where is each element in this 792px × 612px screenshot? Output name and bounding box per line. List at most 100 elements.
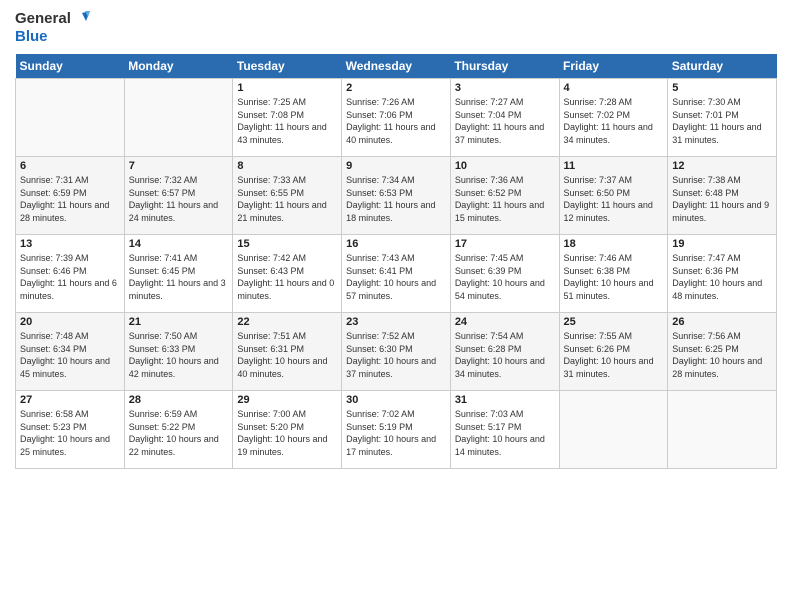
calendar-cell: 13 Sunrise: 7:39 AM Sunset: 6:46 PM Dayli… [16,235,125,313]
day-number: 8 [237,160,337,172]
column-header-saturday: Saturday [668,54,777,79]
calendar-cell: 10 Sunrise: 7:36 AM Sunset: 6:52 PM Dayli… [450,157,559,235]
day-number: 21 [129,316,229,328]
day-number: 30 [346,394,446,406]
day-number: 18 [564,238,664,250]
day-info: Sunrise: 6:59 AM Sunset: 5:22 PM Dayligh… [129,408,229,458]
column-header-thursday: Thursday [450,54,559,79]
day-info: Sunrise: 7:02 AM Sunset: 5:19 PM Dayligh… [346,408,446,458]
day-info: Sunrise: 7:03 AM Sunset: 5:17 PM Dayligh… [455,408,555,458]
day-info: Sunrise: 7:00 AM Sunset: 5:20 PM Dayligh… [237,408,337,458]
day-number: 20 [20,316,120,328]
calendar-cell: 12 Sunrise: 7:38 AM Sunset: 6:48 PM Dayli… [668,157,777,235]
calendar-cell: 15 Sunrise: 7:42 AM Sunset: 6:43 PM Dayli… [233,235,342,313]
day-info: Sunrise: 7:47 AM Sunset: 6:36 PM Dayligh… [672,252,772,302]
day-number: 19 [672,238,772,250]
day-info: Sunrise: 7:52 AM Sunset: 6:30 PM Dayligh… [346,330,446,380]
calendar-cell [16,79,125,157]
calendar-cell: 22 Sunrise: 7:51 AM Sunset: 6:31 PM Dayli… [233,313,342,391]
day-number: 10 [455,160,555,172]
week-row-3: 13 Sunrise: 7:39 AM Sunset: 6:46 PM Dayli… [16,235,777,313]
week-row-5: 27 Sunrise: 6:58 AM Sunset: 5:23 PM Dayli… [16,391,777,469]
week-row-1: 1 Sunrise: 7:25 AM Sunset: 7:08 PM Daylig… [16,79,777,157]
calendar-cell: 9 Sunrise: 7:34 AM Sunset: 6:53 PM Daylig… [342,157,451,235]
day-info: Sunrise: 7:50 AM Sunset: 6:33 PM Dayligh… [129,330,229,380]
day-info: Sunrise: 7:56 AM Sunset: 6:25 PM Dayligh… [672,330,772,380]
day-info: Sunrise: 7:31 AM Sunset: 6:59 PM Dayligh… [20,174,120,224]
calendar-cell: 23 Sunrise: 7:52 AM Sunset: 6:30 PM Dayli… [342,313,451,391]
calendar-cell: 11Sunrise: 7:37 AM Sunset: 6:50 PM Dayli… [559,157,668,235]
column-header-monday: Monday [124,54,233,79]
day-number: 3 [455,82,555,94]
day-number: 31 [455,394,555,406]
calendar-cell: 18 Sunrise: 7:46 AM Sunset: 6:38 PM Dayli… [559,235,668,313]
day-number: 23 [346,316,446,328]
day-number: 1 [237,82,337,94]
day-info: Sunrise: 7:30 AM Sunset: 7:01 PM Dayligh… [672,96,772,146]
day-number: 4 [564,82,664,94]
calendar-cell: 6 Sunrise: 7:31 AM Sunset: 6:59 PM Daylig… [16,157,125,235]
day-number: 25 [564,316,664,328]
calendar-cell: 31 Sunrise: 7:03 AM Sunset: 5:17 PM Dayli… [450,391,559,469]
day-number: 13 [20,238,120,250]
day-info: Sunrise: 7:51 AM Sunset: 6:31 PM Dayligh… [237,330,337,380]
logo: General Blue [15,10,90,46]
day-number: 7 [129,160,229,172]
day-info: Sunrise: 7:25 AM Sunset: 7:08 PM Dayligh… [237,96,337,146]
calendar-cell: 1 Sunrise: 7:25 AM Sunset: 7:08 PM Daylig… [233,79,342,157]
day-info: Sunrise: 7:39 AM Sunset: 6:46 PM Dayligh… [20,252,120,302]
day-info: Sunrise: 7:37 AM Sunset: 6:50 PM Dayligh… [564,174,664,224]
column-header-wednesday: Wednesday [342,54,451,79]
day-info: Sunrise: 6:58 AM Sunset: 5:23 PM Dayligh… [20,408,120,458]
calendar-cell [124,79,233,157]
calendar-cell: 29Sunrise: 7:00 AM Sunset: 5:20 PM Dayli… [233,391,342,469]
calendar-cell: 28 Sunrise: 6:59 AM Sunset: 5:22 PM Dayli… [124,391,233,469]
calendar-cell: 8 Sunrise: 7:33 AM Sunset: 6:55 PM Daylig… [233,157,342,235]
column-header-tuesday: Tuesday [233,54,342,79]
logo-text: General Blue [15,10,90,46]
day-info: Sunrise: 7:43 AM Sunset: 6:41 PM Dayligh… [346,252,446,302]
day-number: 22 [237,316,337,328]
calendar-cell: 3 Sunrise: 7:27 AM Sunset: 7:04 PM Daylig… [450,79,559,157]
day-number: 12 [672,160,772,172]
day-number: 28 [129,394,229,406]
day-info: Sunrise: 7:54 AM Sunset: 6:28 PM Dayligh… [455,330,555,380]
calendar-cell: 2Sunrise: 7:26 AM Sunset: 7:06 PM Daylig… [342,79,451,157]
day-number: 6 [20,160,120,172]
day-info: Sunrise: 7:36 AM Sunset: 6:52 PM Dayligh… [455,174,555,224]
calendar-cell: 30 Sunrise: 7:02 AM Sunset: 5:19 PM Dayli… [342,391,451,469]
calendar-cell: 4 Sunrise: 7:28 AM Sunset: 7:02 PM Daylig… [559,79,668,157]
day-info: Sunrise: 7:38 AM Sunset: 6:48 PM Dayligh… [672,174,772,224]
calendar-cell: 24Sunrise: 7:54 AM Sunset: 6:28 PM Dayli… [450,313,559,391]
day-info: Sunrise: 7:28 AM Sunset: 7:02 PM Dayligh… [564,96,664,146]
calendar-cell [559,391,668,469]
calendar-cell: 16Sunrise: 7:43 AM Sunset: 6:41 PM Dayli… [342,235,451,313]
day-info: Sunrise: 7:48 AM Sunset: 6:34 PM Dayligh… [20,330,120,380]
day-info: Sunrise: 7:42 AM Sunset: 6:43 PM Dayligh… [237,252,337,302]
day-number: 27 [20,394,120,406]
calendar-table: SundayMondayTuesdayWednesdayThursdayFrid… [15,54,777,469]
day-number: 14 [129,238,229,250]
calendar-cell [668,391,777,469]
day-info: Sunrise: 7:32 AM Sunset: 6:57 PM Dayligh… [129,174,229,224]
day-info: Sunrise: 7:45 AM Sunset: 6:39 PM Dayligh… [455,252,555,302]
calendar-cell: 7 Sunrise: 7:32 AM Sunset: 6:57 PM Daylig… [124,157,233,235]
page-header: General Blue [15,10,777,46]
column-header-sunday: Sunday [16,54,125,79]
day-number: 9 [346,160,446,172]
day-info: Sunrise: 7:41 AM Sunset: 6:45 PM Dayligh… [129,252,229,302]
calendar-cell: 27 Sunrise: 6:58 AM Sunset: 5:23 PM Dayli… [16,391,125,469]
day-number: 26 [672,316,772,328]
calendar-cell: 19 Sunrise: 7:47 AM Sunset: 6:36 PM Dayli… [668,235,777,313]
header-row: SundayMondayTuesdayWednesdayThursdayFrid… [16,54,777,79]
bird-icon [72,11,90,27]
day-info: Sunrise: 7:46 AM Sunset: 6:38 PM Dayligh… [564,252,664,302]
day-info: Sunrise: 7:33 AM Sunset: 6:55 PM Dayligh… [237,174,337,224]
day-number: 15 [237,238,337,250]
day-info: Sunrise: 7:55 AM Sunset: 6:26 PM Dayligh… [564,330,664,380]
page-container: General Blue SundayMondayTuesdayWednesda… [0,0,792,479]
day-info: Sunrise: 7:34 AM Sunset: 6:53 PM Dayligh… [346,174,446,224]
column-header-friday: Friday [559,54,668,79]
day-info: Sunrise: 7:27 AM Sunset: 7:04 PM Dayligh… [455,96,555,146]
day-number: 2 [346,82,446,94]
